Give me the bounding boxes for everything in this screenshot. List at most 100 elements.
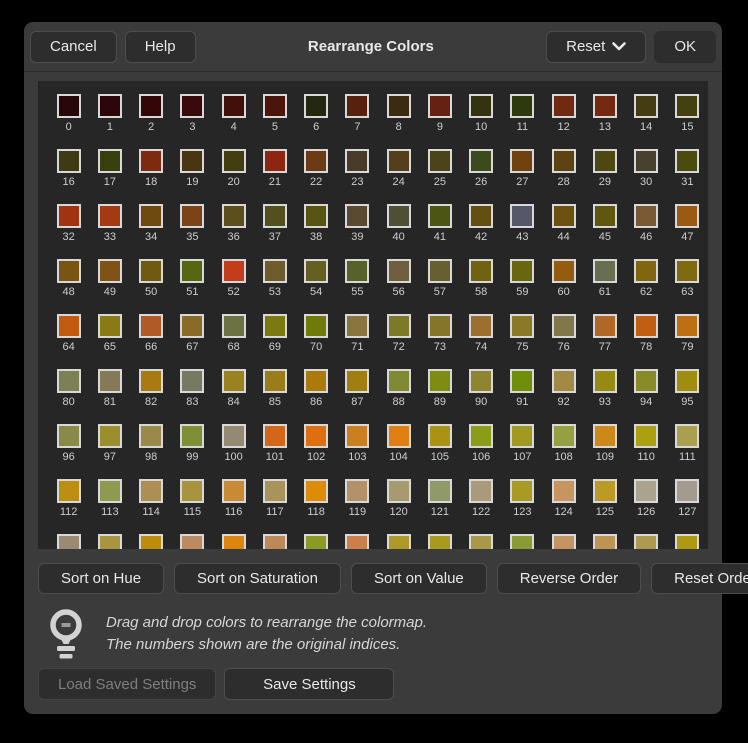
color-swatch[interactable] [304, 149, 328, 173]
color-swatch[interactable] [57, 259, 81, 283]
color-swatch[interactable] [675, 204, 699, 228]
cancel-button[interactable]: Cancel [30, 31, 117, 63]
color-swatch[interactable] [634, 534, 658, 549]
color-swatch[interactable] [634, 149, 658, 173]
color-swatch[interactable] [552, 259, 576, 283]
sort-on-value-button[interactable]: Sort on Value [351, 563, 487, 594]
color-swatch[interactable] [469, 314, 493, 338]
color-swatch[interactable] [387, 424, 411, 448]
color-swatch[interactable] [222, 534, 246, 549]
color-swatch[interactable] [675, 424, 699, 448]
color-swatch[interactable] [593, 149, 617, 173]
color-swatch[interactable] [180, 314, 204, 338]
color-swatch[interactable] [428, 424, 452, 448]
color-swatch[interactable] [469, 479, 493, 503]
color-swatch[interactable] [98, 259, 122, 283]
color-swatch[interactable] [469, 94, 493, 118]
color-swatch[interactable] [345, 534, 369, 549]
color-swatch[interactable] [139, 149, 163, 173]
color-swatch[interactable] [552, 369, 576, 393]
color-swatch[interactable] [345, 369, 369, 393]
color-swatch[interactable] [180, 149, 204, 173]
color-swatch[interactable] [304, 314, 328, 338]
color-swatch[interactable] [469, 534, 493, 549]
color-swatch[interactable] [469, 424, 493, 448]
color-swatch[interactable] [222, 259, 246, 283]
color-swatch[interactable] [139, 369, 163, 393]
sort-on-saturation-button[interactable]: Sort on Saturation [174, 563, 341, 594]
color-swatch[interactable] [510, 424, 534, 448]
color-swatch[interactable] [304, 534, 328, 549]
color-swatch[interactable] [180, 204, 204, 228]
color-swatch[interactable] [345, 479, 369, 503]
color-swatch[interactable] [345, 314, 369, 338]
color-swatch[interactable] [263, 259, 287, 283]
color-swatch[interactable] [428, 479, 452, 503]
color-swatch[interactable] [552, 534, 576, 549]
color-swatch[interactable] [222, 424, 246, 448]
color-swatch[interactable] [57, 369, 81, 393]
color-swatch[interactable] [222, 369, 246, 393]
color-swatch[interactable] [634, 204, 658, 228]
color-swatch[interactable] [98, 149, 122, 173]
color-swatch[interactable] [180, 479, 204, 503]
color-swatch[interactable] [428, 369, 452, 393]
color-swatch[interactable] [634, 369, 658, 393]
help-button[interactable]: Help [125, 31, 196, 63]
color-swatch[interactable] [139, 534, 163, 549]
color-swatch[interactable] [593, 259, 617, 283]
color-swatch[interactable] [98, 534, 122, 549]
color-swatch[interactable] [57, 204, 81, 228]
color-swatch[interactable] [98, 314, 122, 338]
color-swatch[interactable] [304, 479, 328, 503]
color-swatch[interactable] [634, 479, 658, 503]
color-swatch[interactable] [593, 314, 617, 338]
color-swatch[interactable] [593, 534, 617, 549]
color-swatch[interactable] [675, 149, 699, 173]
color-swatch[interactable] [634, 94, 658, 118]
color-swatch[interactable] [180, 369, 204, 393]
color-swatch[interactable] [428, 94, 452, 118]
color-swatch[interactable] [263, 314, 287, 338]
color-swatch[interactable] [552, 204, 576, 228]
color-swatch[interactable] [469, 204, 493, 228]
color-swatch[interactable] [387, 94, 411, 118]
color-swatch[interactable] [634, 314, 658, 338]
color-swatch[interactable] [387, 149, 411, 173]
color-swatch[interactable] [387, 369, 411, 393]
color-swatch[interactable] [593, 369, 617, 393]
color-swatch[interactable] [428, 149, 452, 173]
color-swatch[interactable] [263, 479, 287, 503]
color-swatch[interactable] [98, 424, 122, 448]
color-swatch[interactable] [57, 534, 81, 549]
color-swatch[interactable] [593, 479, 617, 503]
color-swatch[interactable] [552, 424, 576, 448]
color-swatch[interactable] [57, 424, 81, 448]
color-swatch[interactable] [304, 94, 328, 118]
color-swatch[interactable] [263, 534, 287, 549]
reset-order-button[interactable]: Reset Order [651, 563, 748, 594]
color-swatch[interactable] [139, 259, 163, 283]
color-swatch[interactable] [139, 314, 163, 338]
color-swatch[interactable] [387, 314, 411, 338]
color-swatch[interactable] [510, 149, 534, 173]
color-swatch[interactable] [57, 314, 81, 338]
load-saved-settings-button[interactable]: Load Saved Settings [38, 668, 216, 700]
color-swatch[interactable] [510, 534, 534, 549]
color-swatch[interactable] [510, 259, 534, 283]
ok-button[interactable]: OK [654, 31, 716, 63]
color-swatch[interactable] [57, 149, 81, 173]
save-settings-button[interactable]: Save Settings [224, 668, 394, 700]
color-swatch[interactable] [98, 479, 122, 503]
color-swatch[interactable] [593, 204, 617, 228]
color-swatch[interactable] [345, 149, 369, 173]
color-swatch[interactable] [552, 314, 576, 338]
color-swatch[interactable] [510, 204, 534, 228]
color-swatch[interactable] [345, 94, 369, 118]
color-swatch[interactable] [139, 204, 163, 228]
color-swatch[interactable] [57, 479, 81, 503]
color-swatch[interactable] [428, 259, 452, 283]
reverse-order-button[interactable]: Reverse Order [497, 563, 641, 594]
color-swatch[interactable] [263, 424, 287, 448]
color-swatch[interactable] [263, 94, 287, 118]
